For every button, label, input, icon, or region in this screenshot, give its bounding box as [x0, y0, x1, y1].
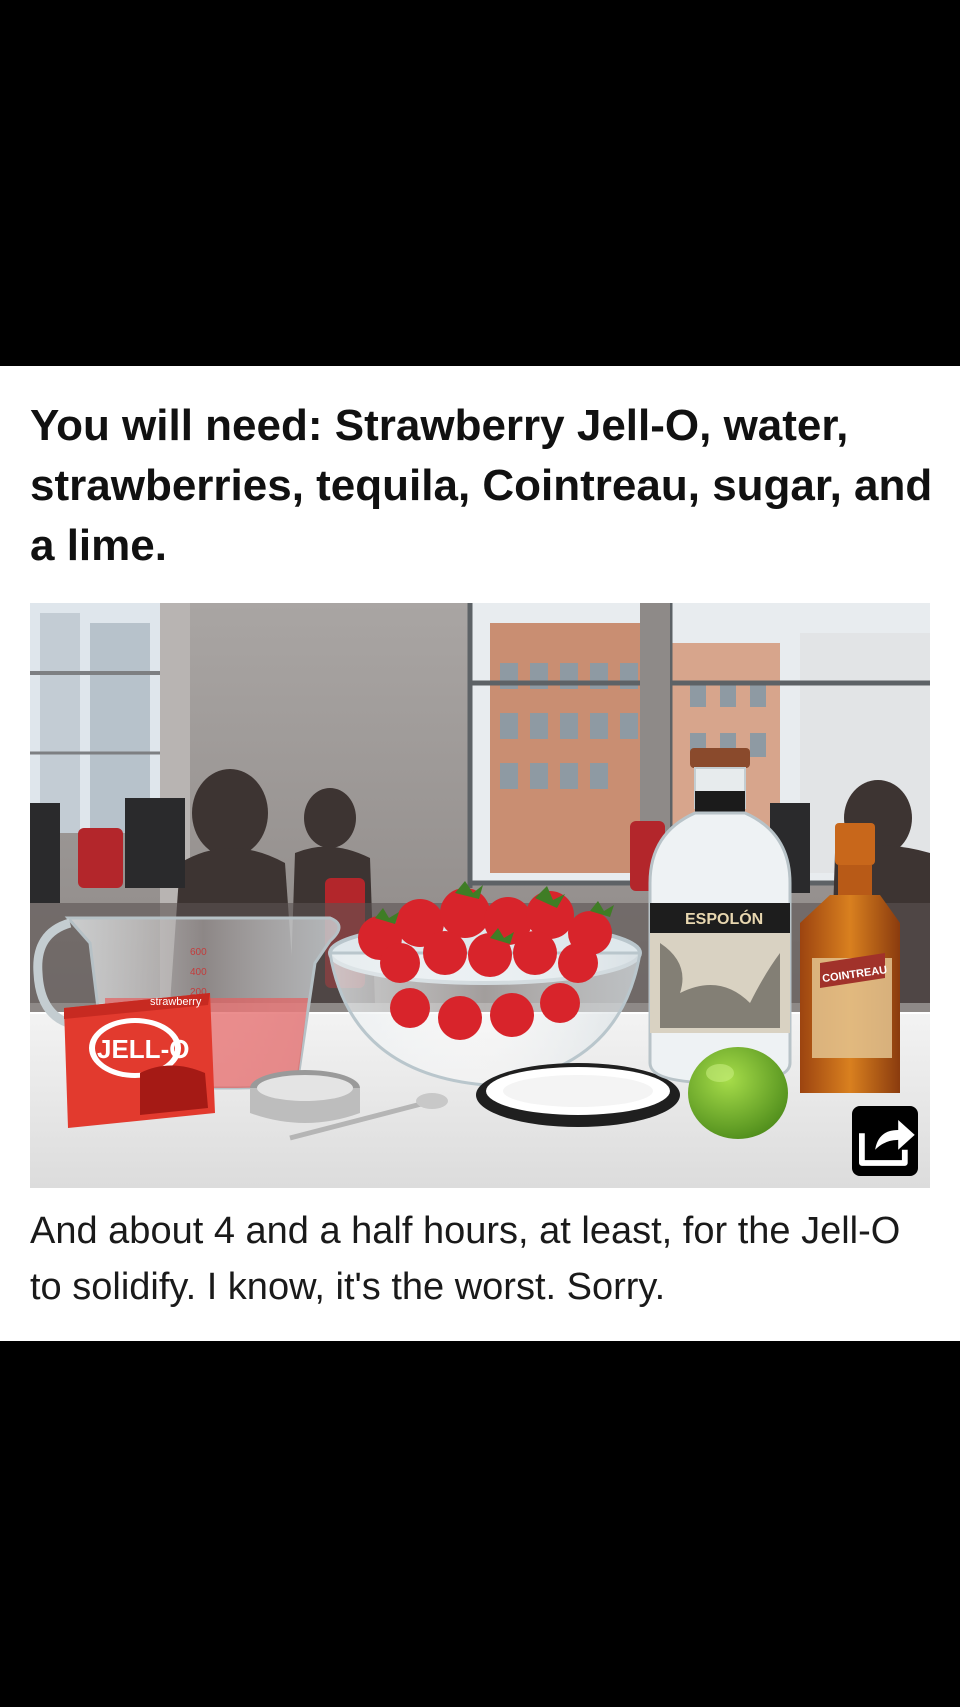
- svg-text:strawberry: strawberry: [150, 996, 202, 1008]
- ingredients-photo: 600 400 200 JELL-O strawberry ESPOLÓN CO…: [30, 603, 930, 1188]
- svg-text:600: 600: [190, 947, 207, 958]
- sugar-plate: [476, 1063, 680, 1127]
- svg-text:ESPOLÓN: ESPOLÓN: [685, 909, 763, 928]
- slide-caption: And about 4 and a half hours, at least, …: [30, 1210, 901, 1308]
- lime: [688, 1047, 788, 1139]
- slide-card: You will need: Strawberry Jell-O, water,…: [0, 366, 960, 1341]
- share-button[interactable]: [852, 1106, 918, 1176]
- svg-text:400: 400: [190, 967, 207, 978]
- jello-box: JELL-O strawberry: [64, 993, 215, 1128]
- measuring-cup-small: [250, 1070, 360, 1123]
- svg-text:JELL-O: JELL-O: [97, 1034, 189, 1064]
- slide-heading: You will need: Strawberry Jell-O, water,…: [30, 401, 933, 570]
- ingredients-illustration: 600400200 JELL-O strawberry ESPOLÓN COIN…: [30, 603, 930, 1188]
- share-icon: [859, 1119, 915, 1166]
